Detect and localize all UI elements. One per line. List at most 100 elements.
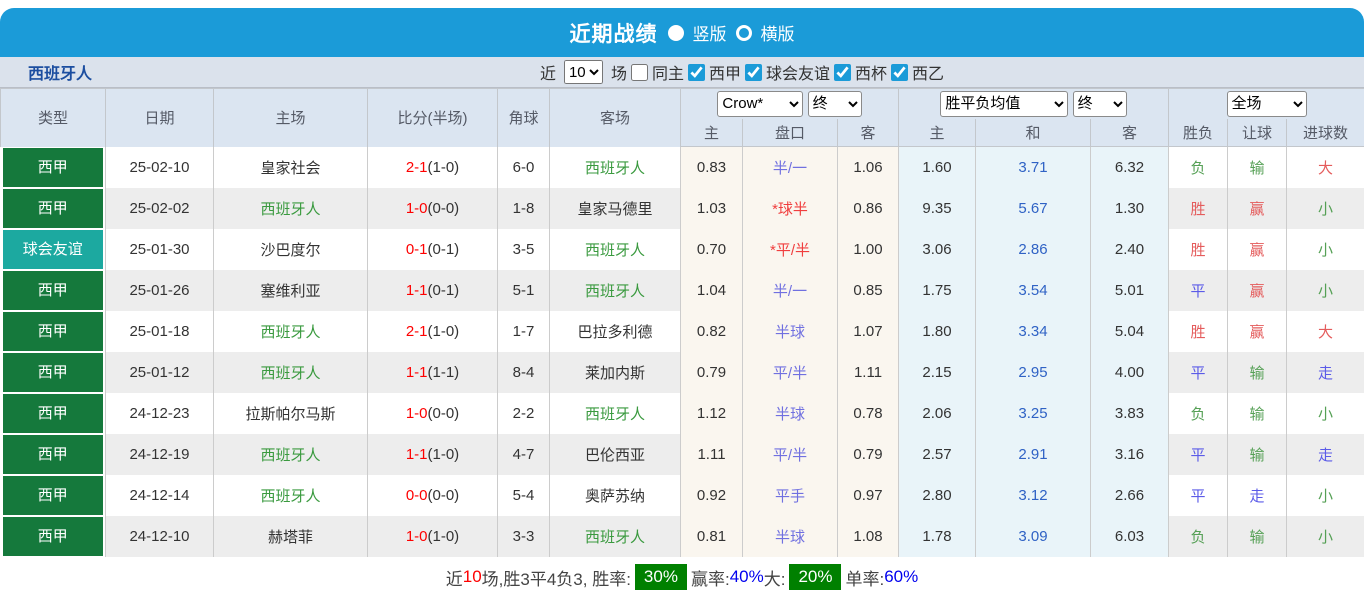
handicap: 半/一 bbox=[742, 146, 838, 188]
home-team: 皇家社会 bbox=[213, 146, 368, 188]
corner-cell: 1-7 bbox=[497, 310, 550, 352]
result-scope-select[interactable]: 全场 bbox=[1226, 90, 1307, 117]
result-goals: 小 bbox=[1286, 269, 1364, 311]
same-home-checkbox[interactable] bbox=[630, 63, 648, 81]
result-winloss: 平 bbox=[1168, 351, 1228, 393]
summary-bar: 近 10 场,胜3平4负3, 胜率: 30% 赢率: 40% 大: 20% 单率: 60% bbox=[0, 557, 1364, 597]
home-team: 赫塔菲 bbox=[213, 515, 368, 557]
recent-count-select[interactable]: 10 bbox=[563, 60, 603, 84]
table-row: 西甲 24-12-10 赫塔菲 1-0(1-0) 3-3 西班牙人 0.81 半球 1.08 1.… bbox=[0, 515, 1364, 557]
odds-home: 1.03 bbox=[680, 187, 743, 229]
radio-vertical-label[interactable]: 竖版 bbox=[693, 20, 727, 45]
match-table: 类型 日期 主场 比分(半场) 角球 客场 Crow* 终 胜平负均值 终 全场 bbox=[0, 88, 1364, 557]
league-checkbox-segunda[interactable] bbox=[891, 63, 909, 81]
odds-away: 1.11 bbox=[837, 351, 899, 393]
league-checkbox-friendly[interactable] bbox=[745, 63, 762, 81]
corner-cell: 4-7 bbox=[497, 433, 550, 475]
home-team: 塞维利亚 bbox=[213, 269, 368, 311]
result-goals: 小 bbox=[1286, 187, 1364, 229]
match-date: 24-12-10 bbox=[105, 515, 214, 557]
result-handicap: 赢 bbox=[1227, 187, 1287, 229]
score-cell: 1-0(0-0) bbox=[367, 392, 498, 434]
home-team: 西班牙人 bbox=[213, 187, 368, 229]
handicap: 半球 bbox=[742, 310, 838, 352]
odds-company-select[interactable]: Crow* bbox=[717, 90, 804, 117]
table-row: 西甲 25-01-26 塞维利亚 1-1(0-1) 5-1 西班牙人 1.04 半/一 0.85… bbox=[0, 269, 1364, 311]
score-cell: 1-1(1-0) bbox=[367, 433, 498, 475]
avg-away: 2.40 bbox=[1090, 228, 1169, 270]
match-date: 25-01-12 bbox=[105, 351, 214, 393]
avg-home: 2.57 bbox=[898, 433, 976, 475]
layout-radio-group: 竖版 横版 bbox=[667, 20, 795, 45]
match-type-cell: 西甲 bbox=[0, 515, 106, 557]
summary-part: 30% bbox=[634, 564, 687, 590]
result-goals: 走 bbox=[1286, 351, 1364, 393]
handicap: 半球 bbox=[742, 392, 838, 434]
odds-home: 0.83 bbox=[680, 146, 743, 188]
score-cell: 1-0(0-0) bbox=[367, 187, 498, 229]
avg-home: 3.06 bbox=[898, 228, 976, 270]
match-date: 25-01-18 bbox=[105, 310, 214, 352]
score-cell: 1-1(0-1) bbox=[367, 269, 498, 311]
table-row: 西甲 25-01-12 西班牙人 1-1(1-1) 8-4 莱加内斯 0.79 平/半 1.11… bbox=[0, 351, 1364, 393]
summary-part: 20% bbox=[789, 564, 842, 590]
odds-home: 0.82 bbox=[680, 310, 743, 352]
corner-cell: 3-3 bbox=[497, 515, 550, 557]
league-checkbox-copa[interactable] bbox=[834, 63, 852, 81]
handicap: *球半 bbox=[742, 187, 838, 229]
result-handicap: 赢 bbox=[1227, 269, 1287, 311]
summary-part: 赢率: bbox=[690, 569, 730, 589]
match-type-cell: 西甲 bbox=[0, 146, 106, 188]
avg-time-select[interactable]: 终 bbox=[1072, 90, 1127, 117]
result-handicap: 输 bbox=[1227, 515, 1287, 557]
table-row: 西甲 25-02-02 西班牙人 1-0(0-0) 1-8 皇家马德里 1.03 *球半 0.8… bbox=[0, 187, 1364, 229]
result-winloss: 平 bbox=[1168, 433, 1228, 475]
score-cell: 2-1(1-0) bbox=[367, 310, 498, 352]
odds-home: 1.04 bbox=[680, 269, 743, 311]
away-team: 西班牙人 bbox=[549, 269, 681, 311]
corner-cell: 8-4 bbox=[497, 351, 550, 393]
avg-home: 2.06 bbox=[898, 392, 976, 434]
result-handicap: 输 bbox=[1227, 351, 1287, 393]
result-winloss: 平 bbox=[1168, 474, 1228, 516]
odds-away: 1.07 bbox=[837, 310, 899, 352]
handicap: 平/半 bbox=[742, 351, 838, 393]
result-winloss: 胜 bbox=[1168, 228, 1228, 270]
radio-horizontal-label[interactable]: 横版 bbox=[761, 20, 795, 45]
score-cell: 0-1(0-1) bbox=[367, 228, 498, 270]
header-result-handicap: 让球 bbox=[1227, 118, 1287, 147]
away-team: 西班牙人 bbox=[549, 146, 681, 188]
odds-time-select[interactable]: 终 bbox=[807, 90, 862, 117]
radio-vertical-selected-icon[interactable] bbox=[667, 24, 684, 41]
avg-type-select[interactable]: 胜平负均值 bbox=[940, 90, 1069, 117]
handicap: 平/半 bbox=[742, 433, 838, 475]
corner-cell: 1-8 bbox=[497, 187, 550, 229]
avg-away: 2.66 bbox=[1090, 474, 1169, 516]
odds-home: 1.11 bbox=[680, 433, 743, 475]
result-handicap: 输 bbox=[1227, 433, 1287, 475]
league-checkbox-laliga[interactable] bbox=[687, 63, 705, 81]
handicap: 半球 bbox=[742, 515, 838, 557]
match-date: 24-12-23 bbox=[105, 392, 214, 434]
result-winloss: 胜 bbox=[1168, 187, 1228, 229]
avg-draw: 2.86 bbox=[975, 228, 1091, 270]
header-away: 客场 bbox=[549, 88, 681, 147]
avg-away: 5.01 bbox=[1090, 269, 1169, 311]
title-bar: 近期战绩 竖版 横版 bbox=[0, 8, 1364, 57]
table-row: 西甲 24-12-14 西班牙人 0-0(0-0) 5-4 奥萨苏纳 0.92 平手 0.97 2… bbox=[0, 474, 1364, 516]
match-date: 24-12-14 bbox=[105, 474, 214, 516]
summary-part: 场,胜3平4负3, 胜率: bbox=[481, 569, 631, 589]
header-avg-away: 客 bbox=[1090, 118, 1169, 147]
radio-horizontal-icon[interactable] bbox=[735, 24, 752, 41]
odds-away: 0.79 bbox=[837, 433, 899, 475]
avg-away: 3.83 bbox=[1090, 392, 1169, 434]
match-type-cell: 西甲 bbox=[0, 187, 106, 229]
away-team: 西班牙人 bbox=[549, 515, 681, 557]
odds-home: 0.92 bbox=[680, 474, 743, 516]
home-team: 西班牙人 bbox=[213, 433, 368, 475]
result-handicap: 赢 bbox=[1227, 310, 1287, 352]
match-date: 25-01-26 bbox=[105, 269, 214, 311]
same-home-label: 同主 bbox=[651, 66, 684, 83]
home-team: 西班牙人 bbox=[213, 310, 368, 352]
avg-draw: 3.71 bbox=[975, 146, 1091, 188]
